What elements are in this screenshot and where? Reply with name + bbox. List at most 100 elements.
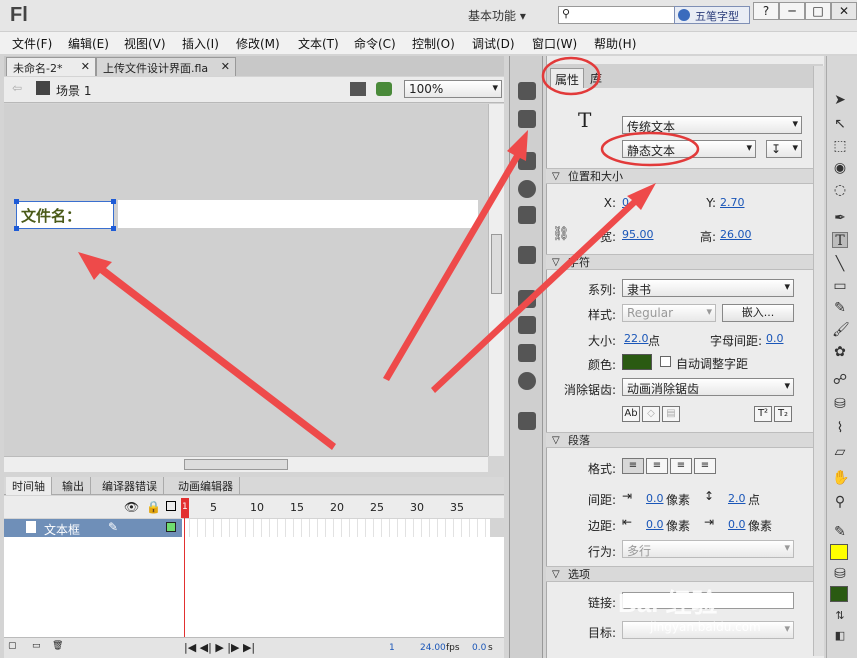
- font-family-select[interactable]: 隶书: [622, 279, 794, 297]
- free-transform-icon[interactable]: ⬚: [832, 138, 848, 154]
- help-button[interactable]: ?: [753, 2, 779, 20]
- indent-value[interactable]: 0.0: [646, 492, 664, 505]
- bone-tool-icon[interactable]: ☍: [832, 372, 848, 388]
- stage[interactable]: [4, 104, 488, 456]
- menu-window[interactable]: 窗口(W): [532, 35, 577, 52]
- swatches-grid-icon[interactable]: [518, 110, 536, 128]
- lasso-icon[interactable]: ◌: [832, 182, 848, 198]
- eye-icon[interactable]: 👁: [124, 500, 139, 514]
- align-center-icon[interactable]: ≡: [646, 458, 668, 474]
- outline-icon[interactable]: [166, 501, 176, 511]
- width-value[interactable]: 95.00: [622, 228, 654, 241]
- embed-button[interactable]: 嵌入...: [722, 304, 794, 322]
- info-icon[interactable]: [518, 180, 536, 198]
- font-style-select[interactable]: Regular: [622, 304, 716, 322]
- y-value[interactable]: 2.70: [720, 196, 745, 209]
- text-tool-icon[interactable]: T: [832, 232, 848, 249]
- playback-controls-icon[interactable]: |◀ ◀| ▶ |▶ ▶|: [184, 641, 255, 654]
- align-right-icon[interactable]: ≡: [670, 458, 692, 474]
- tab-untitled-2[interactable]: 未命名-2* ✕: [6, 57, 96, 76]
- tab-timeline[interactable]: 时间轴: [6, 477, 52, 495]
- tab-motion-editor[interactable]: 动画编辑器: [172, 477, 240, 495]
- menu-commands[interactable]: 命令(C): [354, 35, 396, 52]
- color-palette-icon[interactable]: [518, 82, 536, 100]
- stage-vertical-scrollbar[interactable]: [488, 104, 504, 456]
- menu-view[interactable]: 视图(V): [124, 35, 166, 52]
- history-icon[interactable]: [518, 246, 536, 264]
- section-character[interactable]: 字符: [546, 254, 824, 270]
- code-snippets-icon[interactable]: [518, 290, 536, 308]
- fill-color-icon[interactable]: ⛁: [832, 566, 848, 582]
- swap-colors-icon[interactable]: ⇅: [832, 608, 848, 624]
- behavior-select[interactable]: 多行: [622, 540, 794, 558]
- scroll-thumb[interactable]: [491, 234, 502, 294]
- zoom-select[interactable]: 100%: [404, 80, 502, 98]
- anti-alias-select[interactable]: 动画消除锯齿: [622, 378, 794, 396]
- maximize-button[interactable]: □: [805, 2, 831, 20]
- font-size-value[interactable]: 22.0: [624, 332, 649, 345]
- menu-modify[interactable]: 修改(M): [236, 35, 280, 52]
- tab-compiler-errors[interactable]: 编译器错误: [96, 477, 164, 495]
- resize-handle[interactable]: [111, 199, 116, 204]
- project-icon[interactable]: [518, 412, 536, 430]
- hand-tool-icon[interactable]: ✋: [832, 470, 849, 486]
- line-spacing-value[interactable]: 2.0: [728, 492, 746, 505]
- playhead[interactable]: 1: [181, 498, 189, 518]
- selectable-toggle-icon[interactable]: Ab: [622, 406, 640, 422]
- stroke-color-swatch[interactable]: [830, 586, 848, 602]
- section-position-size[interactable]: 位置和大小: [546, 168, 824, 184]
- lock-ratio-icon[interactable]: ⛓: [552, 226, 570, 242]
- stroke-color-icon[interactable]: ✎: [832, 524, 848, 540]
- close-icon[interactable]: ✕: [221, 60, 230, 73]
- layer-row[interactable]: 文本框 ✎: [4, 519, 182, 537]
- delete-icon[interactable]: 🗑: [52, 641, 63, 651]
- pencil-tool-icon[interactable]: ✎: [832, 300, 848, 316]
- 3d-rotation-icon[interactable]: ◉: [832, 160, 848, 176]
- selection-tool-icon[interactable]: ➤: [832, 92, 848, 108]
- resize-handle[interactable]: [14, 199, 19, 204]
- left-margin-value[interactable]: 0.0: [646, 518, 664, 531]
- close-icon[interactable]: ✕: [81, 60, 90, 73]
- fps-value[interactable]: 24.00: [420, 643, 446, 653]
- tab-library[interactable]: 库: [590, 70, 602, 87]
- align-left-icon[interactable]: ≡: [622, 458, 644, 474]
- menu-help[interactable]: 帮助(H): [594, 35, 636, 52]
- default-colors-icon[interactable]: ◧: [832, 628, 848, 644]
- paint-bucket-icon[interactable]: ⛁: [832, 396, 848, 412]
- right-margin-value[interactable]: 0.0: [728, 518, 746, 531]
- close-button[interactable]: ✕: [831, 2, 857, 20]
- props-scrollbar[interactable]: [813, 66, 824, 656]
- menu-control[interactable]: 控制(O): [412, 35, 455, 52]
- border-toggle-icon[interactable]: ▤: [662, 406, 680, 422]
- menu-edit[interactable]: 编辑(E): [68, 35, 109, 52]
- edit-symbol-icon[interactable]: [376, 82, 392, 96]
- lock-icon[interactable]: 🔒: [146, 500, 161, 514]
- height-value[interactable]: 26.00: [720, 228, 752, 241]
- eyedropper-icon[interactable]: ⌇: [832, 420, 848, 436]
- line-tool-icon[interactable]: ╲: [832, 256, 848, 272]
- workspace-switcher[interactable]: 基本功能 ▾: [462, 4, 546, 26]
- x-value[interactable]: 0: [622, 196, 629, 209]
- brush-tool-icon[interactable]: 🖌: [832, 322, 850, 338]
- letter-spacing-value[interactable]: 0.0: [766, 332, 784, 345]
- subselection-tool-icon[interactable]: ↖: [832, 116, 848, 132]
- tab-properties[interactable]: 属性: [550, 68, 584, 88]
- minimize-button[interactable]: ─: [779, 2, 805, 20]
- auto-kern-checkbox[interactable]: [660, 356, 671, 367]
- render-html-icon[interactable]: ◇: [642, 406, 660, 422]
- back-arrow-icon[interactable]: ⇦: [12, 81, 22, 95]
- fill-color-swatch[interactable]: [830, 544, 848, 560]
- section-paragraph[interactable]: 段落: [546, 432, 824, 448]
- subscript-icon[interactable]: T₂: [774, 406, 792, 422]
- tab-output[interactable]: 输出: [56, 477, 91, 495]
- edit-scene-icon[interactable]: [350, 82, 366, 96]
- components-icon[interactable]: [518, 316, 536, 334]
- zoom-tool-icon[interactable]: ⚲: [832, 494, 848, 510]
- text-orientation-select[interactable]: ↧: [766, 140, 802, 158]
- text-type-select[interactable]: 静态文本: [622, 140, 756, 158]
- justify-icon[interactable]: ≡: [694, 458, 716, 474]
- text-color-swatch[interactable]: [622, 354, 652, 370]
- rectangle-tool-icon[interactable]: ▭: [832, 278, 848, 294]
- text-engine-select[interactable]: 传统文本: [622, 116, 802, 134]
- new-folder-icon[interactable]: ▭: [32, 641, 41, 651]
